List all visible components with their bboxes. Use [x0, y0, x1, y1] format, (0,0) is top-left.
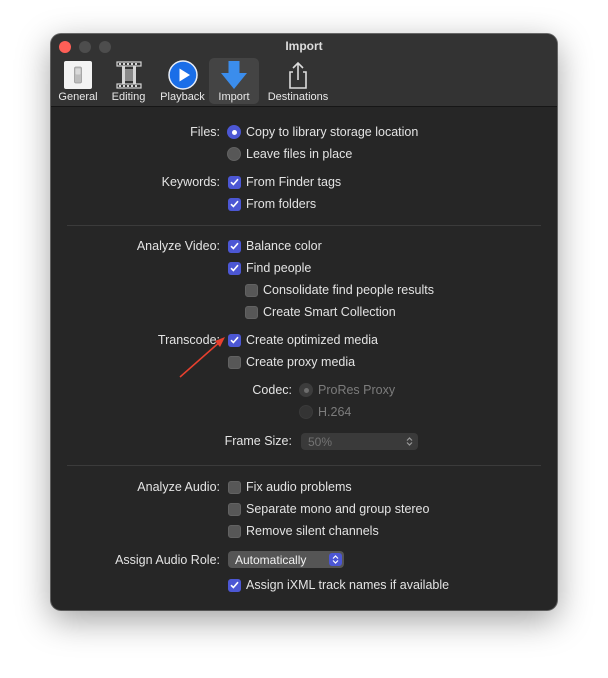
section-divider: [67, 225, 541, 226]
files-label: Files:: [190, 125, 220, 139]
checkmark-icon: [228, 578, 241, 592]
create-smart-collection-checkbox[interactable]: Create Smart Collection: [245, 304, 396, 320]
radio-unselected-icon: [299, 405, 313, 419]
general-switch-icon: [60, 60, 96, 90]
checkbox-unchecked-icon: [228, 480, 241, 494]
tab-playback[interactable]: Playback: [156, 58, 209, 104]
tab-general[interactable]: General: [55, 58, 101, 104]
find-people-label: Find people: [246, 261, 312, 275]
checkmark-icon: [228, 175, 241, 189]
assign-audio-role-label: Assign Audio Role:: [115, 553, 220, 567]
from-finder-tags-label: From Finder tags: [246, 175, 342, 189]
remove-silent-channels-label: Remove silent channels: [246, 524, 379, 538]
assign-audio-role-popup[interactable]: Automatically: [228, 551, 344, 568]
assign-ixml-track-names-checkbox[interactable]: Assign iXML track names if available: [228, 577, 449, 593]
checkbox-unchecked-icon: [228, 502, 241, 516]
from-folders-label: From folders: [246, 197, 317, 211]
separate-mono-stereo-checkbox[interactable]: Separate mono and group stereo: [228, 501, 429, 517]
fix-audio-problems-checkbox[interactable]: Fix audio problems: [228, 479, 352, 495]
radio-selected-icon: [299, 383, 313, 397]
frame-size-popup[interactable]: 50%: [301, 433, 418, 450]
checkmark-icon: [228, 197, 241, 211]
prores-proxy-label: ProRes Proxy: [318, 383, 396, 397]
window-title: Import: [285, 39, 323, 53]
analyze-audio-label: Analyze Audio:: [137, 480, 220, 494]
consolidate-find-people-checkbox[interactable]: Consolidate find people results: [245, 282, 434, 298]
download-arrow-icon: [216, 60, 252, 90]
consolidate-find-people-label: Consolidate find people results: [263, 283, 434, 297]
from-finder-tags-checkbox[interactable]: From Finder tags: [228, 174, 341, 190]
balance-color-label: Balance color: [246, 239, 322, 253]
checkbox-unchecked-icon: [228, 524, 241, 538]
from-folders-checkbox[interactable]: From folders: [228, 196, 316, 212]
codec-prores-proxy-radio[interactable]: ProRes Proxy: [299, 382, 395, 398]
keywords-label: Keywords:: [161, 175, 220, 189]
frame-size-label: Frame Size:: [224, 434, 292, 448]
tab-editing-label: Editing: [111, 91, 146, 103]
up-down-chevron-icon: [329, 553, 342, 566]
create-smart-collection-label: Create Smart Collection: [263, 305, 396, 319]
tab-general-label: General: [58, 91, 98, 103]
checkbox-unchecked-icon: [245, 305, 258, 319]
frame-size-value: 50%: [308, 434, 333, 449]
preferences-toolbar: General Editing Playback Import Destinat…: [55, 58, 337, 104]
leave-files-in-place-radio[interactable]: Leave files in place: [227, 146, 352, 162]
checkmark-icon: [228, 261, 241, 275]
tab-import-label: Import: [218, 91, 250, 103]
h264-label: H.264: [318, 405, 352, 419]
create-proxy-media-label: Create proxy media: [246, 355, 356, 369]
up-down-chevron-icon: [403, 435, 416, 448]
assign-audio-role-value: Automatically: [235, 552, 307, 567]
balance-color-checkbox[interactable]: Balance color: [228, 238, 322, 254]
import-preferences-window: Import General Editing Playback Import D…: [51, 34, 557, 610]
copy-to-library-radio[interactable]: Copy to library storage location: [227, 124, 418, 140]
radio-selected-icon: [227, 125, 241, 139]
radio-unselected-icon: [227, 147, 241, 161]
share-icon: [280, 60, 316, 90]
film-strip-icon: [111, 60, 147, 90]
title-bar: Import General Editing Playback Import D…: [51, 34, 557, 107]
remove-silent-channels-checkbox[interactable]: Remove silent channels: [228, 523, 379, 539]
copy-to-library-label: Copy to library storage location: [246, 125, 419, 139]
checkbox-unchecked-icon: [245, 283, 258, 297]
play-icon: [165, 60, 201, 90]
create-optimized-media-checkbox[interactable]: Create optimized media: [228, 332, 378, 348]
annotation-arrow-icon: [179, 337, 225, 378]
section-divider: [67, 465, 541, 466]
fix-audio-problems-label: Fix audio problems: [246, 480, 352, 494]
checkmark-icon: [228, 239, 241, 253]
tab-editing[interactable]: Editing: [101, 58, 156, 104]
tab-destinations-label: Destinations: [267, 91, 329, 103]
codec-label: Codec:: [252, 383, 292, 397]
codec-h264-radio[interactable]: H.264: [299, 404, 351, 420]
create-proxy-media-checkbox[interactable]: Create proxy media: [228, 354, 355, 370]
tab-playback-label: Playback: [160, 91, 205, 103]
assign-ixml-track-names-label: Assign iXML track names if available: [246, 578, 450, 592]
create-optimized-media-label: Create optimized media: [246, 333, 379, 347]
find-people-checkbox[interactable]: Find people: [228, 260, 311, 276]
leave-files-in-place-label: Leave files in place: [246, 147, 353, 161]
tab-destinations[interactable]: Destinations: [259, 58, 337, 104]
tab-import[interactable]: Import: [209, 58, 259, 104]
analyze-video-label: Analyze Video:: [136, 239, 220, 253]
separate-mono-stereo-label: Separate mono and group stereo: [246, 502, 430, 516]
